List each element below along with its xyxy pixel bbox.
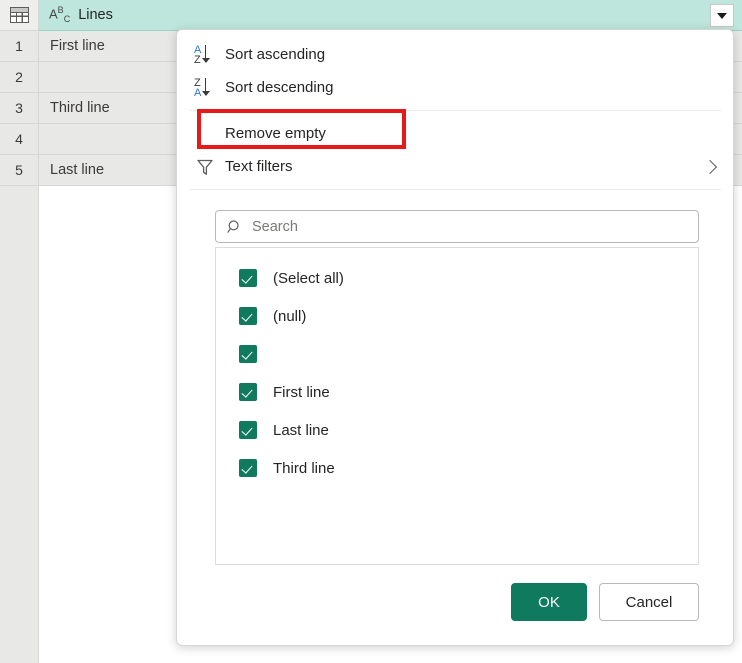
sort-descending-bottom-letter: A [194,86,202,99]
checkbox-checked-icon[interactable] [239,269,257,287]
cancel-button[interactable]: Cancel [599,583,699,621]
row-value-text: First line [50,38,105,54]
menu-item-text-filters[interactable]: Text filters [177,150,733,183]
sort-ascending-icon: A Z [189,43,221,67]
down-arrow-icon [200,77,212,96]
column-header-lines[interactable]: ABC Lines [39,0,742,31]
dialog-footer: OK Cancel [511,583,699,621]
column-filter-button[interactable] [710,4,734,27]
menu-item-remove-empty[interactable]: Remove empty [177,117,733,150]
search-placeholder: Search [252,218,298,235]
row-number: 3 [0,93,39,124]
list-item[interactable]: First line [216,373,698,411]
list-item-label: Last line [273,421,329,439]
checkbox-checked-icon[interactable] [239,345,257,363]
abc-text-type-icon: ABC [49,5,71,24]
checkbox-checked-icon[interactable] [239,421,257,439]
row-number: 4 [0,124,39,155]
list-item-label: First line [273,383,330,401]
column-filter-dropdown-panel: A Z Sort ascending Z A Sort descending R… [176,29,734,646]
list-item-label: (null) [273,307,307,325]
row-value-text: Last line [50,162,105,178]
row-number: 5 [0,155,39,186]
ok-button[interactable]: OK [511,583,587,621]
menu-separator [189,110,721,111]
search-section: Search [177,196,733,243]
list-item[interactable]: Last line [216,411,698,449]
grid-header-row: ABC Lines [0,0,742,31]
value-checklist[interactable]: (Select all) (null) First line Last line [215,247,699,565]
row-number: 1 [0,31,39,62]
grid-corner-cell[interactable] [0,0,39,31]
chevron-down-icon [717,12,727,19]
checkbox-checked-icon[interactable] [239,459,257,477]
funnel-icon [189,157,221,177]
menu-separator [189,189,721,190]
list-item-label: Third line [273,459,335,477]
sort-descending-top-letter: Z [194,76,201,89]
checklist-section: (Select all) (null) First line Last line [177,243,733,565]
list-item-label: (Select all) [273,269,344,287]
search-icon [227,219,243,235]
list-item[interactable]: Third line [216,449,698,487]
table-icon [9,7,29,23]
menu-item-label: Sort descending [225,79,334,96]
down-arrow-icon [200,44,212,63]
list-item[interactable] [216,335,698,373]
list-item-select-all[interactable]: (Select all) [216,259,698,297]
menu-item-sort-ascending[interactable]: A Z Sort ascending [177,38,733,71]
sort-ascending-bottom-letter: Z [194,53,201,66]
column-header-label: Lines [78,7,113,23]
chevron-right-icon [702,159,718,174]
menu-item-label: Sort ascending [225,46,326,63]
list-item[interactable]: (null) [216,297,698,335]
menu-item-label: Text filters [225,158,293,175]
menu-item-label: Remove empty [225,125,326,142]
row-value-text: Third line [50,100,110,116]
checkbox-checked-icon[interactable] [239,383,257,401]
search-input[interactable]: Search [215,210,699,243]
checkbox-checked-icon[interactable] [239,307,257,325]
menu-item-sort-descending[interactable]: Z A Sort descending [177,71,733,104]
sort-ascending-top-letter: A [194,43,202,56]
sort-descending-icon: Z A [189,76,221,100]
filter-menu: A Z Sort ascending Z A Sort descending R… [177,30,733,190]
row-number: 2 [0,62,39,93]
